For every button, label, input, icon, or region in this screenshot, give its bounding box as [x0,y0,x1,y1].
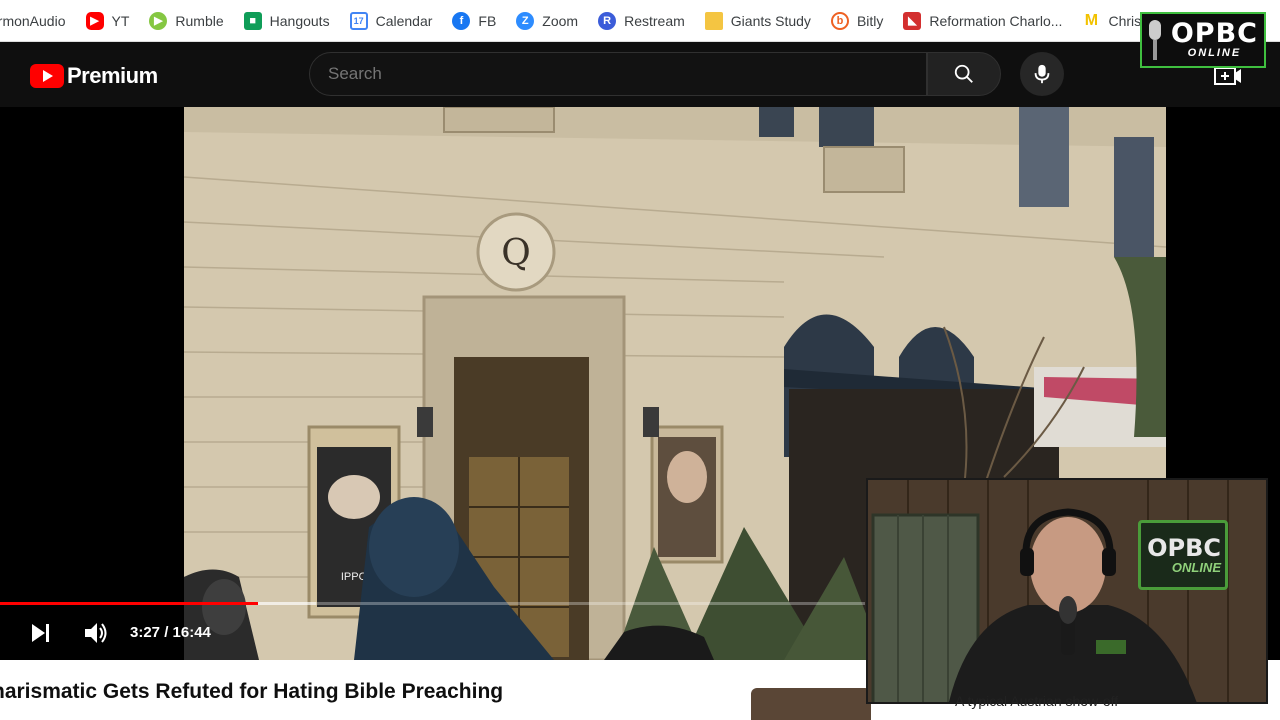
zoom-icon: Z [516,11,535,30]
bookmark-label: Reformation Charlo... [929,12,1063,29]
hangouts-icon: ■ [243,11,262,30]
youtube-logo-icon [30,64,64,88]
bookmark-hangouts[interactable]: ■ Hangouts [234,7,340,35]
bookmark-label: ermonAudio [0,12,66,29]
bookmark-label: Hangouts [269,12,330,29]
rumble-icon: ▶ [149,11,168,30]
calendar-icon: 17 [349,11,368,30]
video-title: harismatic Gets Refuted for Hating Bible… [0,680,504,703]
youtube-premium-logo[interactable]: Premium [30,63,158,89]
bookmark-yt[interactable]: ▶ YT [76,7,140,35]
bookmark-label: Calendar [375,12,433,29]
opbc-online-logo: OPBC ONLINE [1140,12,1266,68]
time-display: 3:27 / 16:44 [130,624,211,641]
search-button[interactable] [927,52,1001,96]
restream-icon: R [598,11,617,30]
bookmark-label: Rumble [175,12,224,29]
bookmark-restream[interactable]: R Restream [588,7,695,35]
bookmark-label: Restream [624,12,685,29]
related-video-thumbnail[interactable] [751,688,871,720]
related-video-title: A typical Austrian show-off [955,693,1119,709]
bookmark-giants-study[interactable]: Giants Study [695,7,821,35]
m-icon: M [1084,11,1099,29]
reformation-icon: ◣ [903,11,922,30]
logo-text: Premium [67,63,158,88]
opbc-logo-big: OPBC [1170,18,1258,49]
bookmark-label: Bitly [856,12,884,29]
bitly-icon: b [830,11,849,30]
bookmark-label: Giants Study [730,12,811,29]
bookmarks-bar: ermonAudio ▶ YT ▶ Rumble ■ Hangouts 17 C… [0,0,1280,42]
bookmark-rumble[interactable]: ▶ Rumble [139,7,233,35]
bookmark-calendar[interactable]: 17 Calendar [340,7,443,35]
folder-icon [704,11,723,30]
bookmark-bitly[interactable]: b Bitly [821,7,893,35]
volume-icon[interactable] [82,619,110,647]
progress-bar-played[interactable] [0,602,258,605]
bookmark-label: FB [478,12,497,29]
bookmark-label: Zoom [542,12,579,29]
youtube-icon: ▶ [85,11,104,30]
bookmark-sermonaudio[interactable]: ermonAudio [0,7,76,35]
opbc-wall-sign: OPBC ONLINE [1138,520,1228,590]
microphone-icon [1034,64,1050,84]
bookmark-label: YT [111,12,130,29]
next-video-icon[interactable] [28,620,54,646]
opbc-sign-big: OPBC [1147,533,1221,562]
webcam-overlay [866,478,1268,704]
youtube-header: Premium [0,42,1280,107]
bookmark-reformation[interactable]: ◣ Reformation Charlo... [893,7,1072,35]
facebook-icon: f [452,11,471,30]
bookmark-zoom[interactable]: Z Zoom [506,7,588,35]
webcam-scene-image [868,480,1266,702]
search-input[interactable] [309,52,927,96]
opbc-sign-small: ONLINE [1171,559,1221,575]
microphone-icon [1149,20,1161,60]
search-icon [954,64,973,83]
bookmark-fb[interactable]: f FB [442,7,506,35]
voice-search-button[interactable] [1020,52,1064,96]
svg-text:Q: Q [501,233,531,274]
